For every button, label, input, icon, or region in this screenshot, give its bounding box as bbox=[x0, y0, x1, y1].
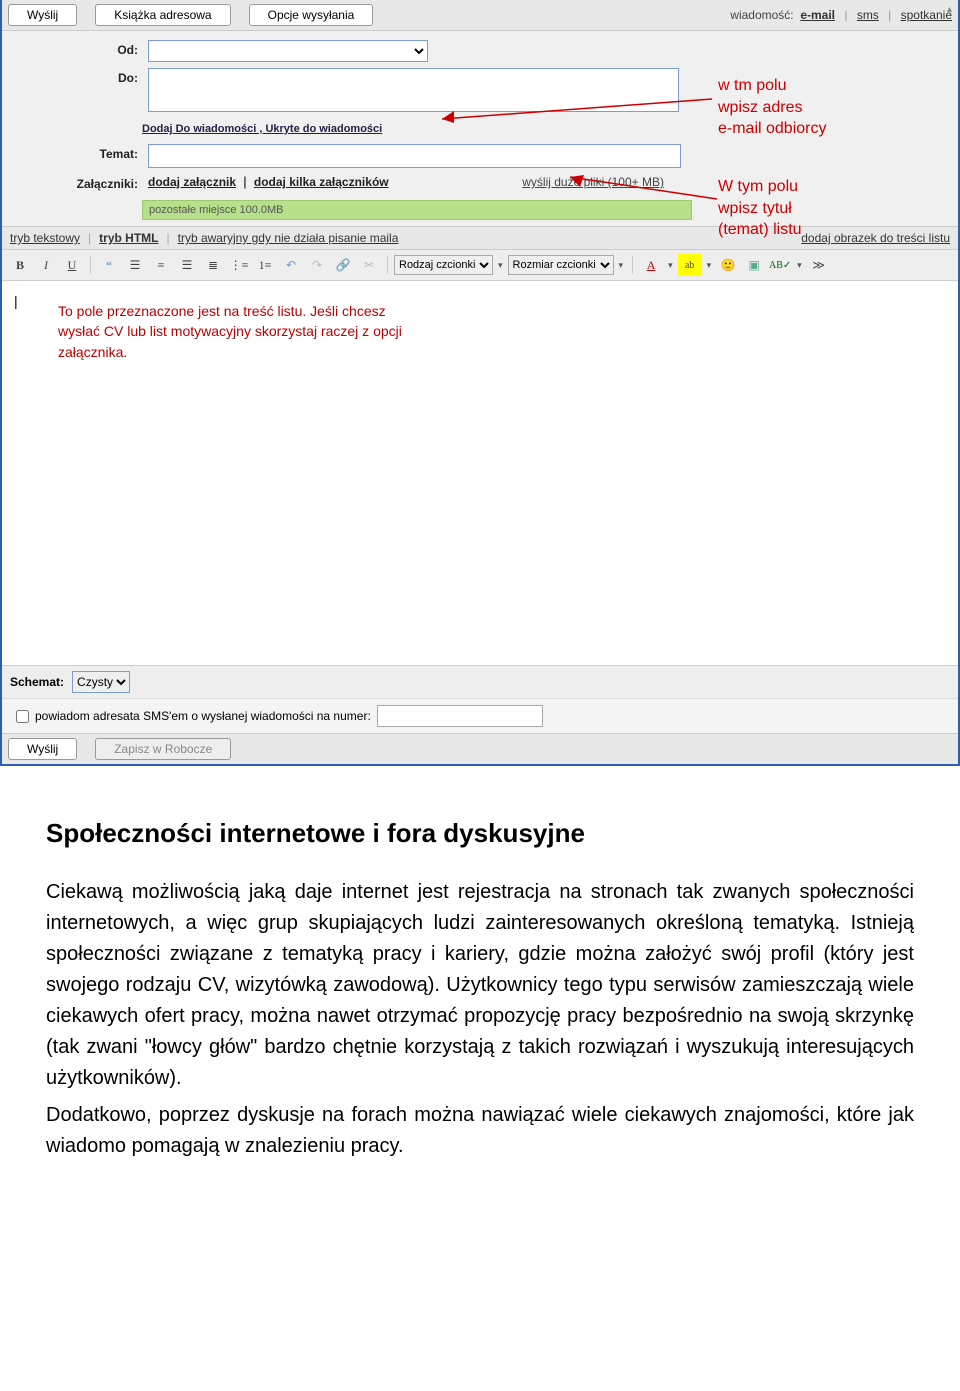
align-right-button[interactable]: ☰ bbox=[175, 254, 199, 276]
article-paragraph-1: Ciekawą możliwością jaką daje internet j… bbox=[46, 877, 914, 1094]
attachments-label: Załączniki: bbox=[8, 174, 148, 191]
from-label: Od: bbox=[8, 40, 148, 57]
sms-notify-label: powiadom adresata SMS'em o wysłanej wiad… bbox=[35, 709, 371, 723]
attachment-links: dodaj załącznik | dodaj kilka załącznikó… bbox=[148, 174, 952, 189]
chevron-down-icon[interactable]: ▾ bbox=[665, 260, 676, 271]
to-label: Do: bbox=[8, 68, 148, 85]
send-big-files-link[interactable]: wyślij duże pliki (100+ MB) bbox=[522, 175, 664, 189]
form-area: Od: Do: Dodaj Do wiadomości , Ukryte do … bbox=[2, 31, 958, 226]
chevron-down-icon[interactable]: ▾ bbox=[495, 260, 506, 271]
align-justify-button[interactable]: ≣ bbox=[201, 254, 225, 276]
schemat-label: Schemat: bbox=[10, 675, 64, 689]
schemat-select[interactable]: Czysty bbox=[72, 671, 130, 693]
sms-number-field[interactable] bbox=[377, 705, 543, 727]
storage-bar: pozostałe miejsce 100.0MB bbox=[142, 200, 692, 220]
scroll-up-icon[interactable]: ▴ bbox=[947, 4, 952, 15]
type-email[interactable]: e-mail bbox=[800, 8, 835, 22]
from-select[interactable] bbox=[148, 40, 428, 62]
chevron-down-icon[interactable]: ▾ bbox=[704, 260, 715, 271]
link-button[interactable]: 🔗 bbox=[331, 254, 355, 276]
highlight-button[interactable]: ab bbox=[678, 254, 702, 276]
email-compose-app: Wyślij Książka adresowa Opcje wysyłania … bbox=[0, 0, 960, 766]
type-meeting[interactable]: spotkanie bbox=[901, 8, 952, 22]
sms-notify-checkbox[interactable] bbox=[16, 710, 29, 723]
message-label: wiadomość: bbox=[730, 8, 793, 22]
send-button[interactable]: Wyślij bbox=[8, 4, 77, 26]
add-image-to-body-link[interactable]: dodaj obrazek do treści listu bbox=[801, 231, 950, 245]
font-size-select[interactable]: Rozmiar czcionki bbox=[508, 255, 614, 275]
number-list-button[interactable]: 1≡ bbox=[253, 254, 277, 276]
subject-field[interactable] bbox=[148, 144, 681, 168]
italic-button[interactable]: I bbox=[34, 254, 58, 276]
add-cc-bcc-link[interactable]: Dodaj Do wiadomości , Ukryte do wiadomoś… bbox=[142, 123, 382, 135]
message-type-switch: wiadomość: e-mail | sms | spotkanie bbox=[730, 8, 952, 22]
annotation-to-field: w tm polu wpisz adres e-mail odbiorcy bbox=[718, 75, 826, 140]
align-center-button[interactable]: ≡ bbox=[149, 254, 173, 276]
to-field[interactable] bbox=[148, 68, 679, 112]
save-draft-button[interactable]: Zapisz w Robocze bbox=[95, 738, 231, 760]
undo-button[interactable]: ↶ bbox=[279, 254, 303, 276]
editor-body[interactable]: | To pole przeznaczone jest na treść lis… bbox=[2, 281, 958, 665]
addressbook-button[interactable]: Książka adresowa bbox=[95, 4, 230, 26]
emoji-button[interactable]: 🙂 bbox=[716, 254, 740, 276]
article-heading: Społeczności internetowe i fora dyskusyj… bbox=[46, 818, 914, 849]
send-button-bottom[interactable]: Wyślij bbox=[8, 738, 77, 760]
mode-text-link[interactable]: tryb tekstowy bbox=[10, 231, 80, 245]
schemat-row: Schemat: Czysty bbox=[2, 665, 958, 698]
mode-html-link[interactable]: tryb HTML bbox=[99, 231, 158, 245]
mode-bar: tryb tekstowy | tryb HTML | tryb awaryjn… bbox=[2, 226, 958, 250]
add-many-attachments-link[interactable]: dodaj kilka załączników bbox=[254, 175, 389, 189]
more-button[interactable]: ≫ bbox=[807, 254, 831, 276]
subject-label: Temat: bbox=[8, 144, 148, 161]
type-sms[interactable]: sms bbox=[857, 8, 879, 22]
bold-button[interactable]: B bbox=[8, 254, 32, 276]
align-left-button[interactable]: ☰ bbox=[123, 254, 147, 276]
image-button[interactable]: ▣ bbox=[742, 254, 766, 276]
redo-button[interactable]: ↷ bbox=[305, 254, 329, 276]
article: Społeczności internetowe i fora dyskusyj… bbox=[0, 766, 960, 1210]
underline-button[interactable]: U bbox=[60, 254, 84, 276]
bottom-toolbar: Wyślij Zapisz w Robocze bbox=[2, 733, 958, 764]
unlink-button[interactable]: ✂ bbox=[357, 254, 381, 276]
mode-emergency-link[interactable]: tryb awaryjny gdy nie działa pisanie mai… bbox=[178, 231, 399, 245]
spellcheck-button[interactable]: AB✓ bbox=[768, 254, 792, 276]
editor-hint-annotation: To pole przeznaczone jest na treść listu… bbox=[58, 301, 428, 362]
top-toolbar: Wyślij Książka adresowa Opcje wysyłania … bbox=[2, 0, 958, 31]
bullet-list-button[interactable]: ⋮≡ bbox=[227, 254, 251, 276]
chevron-down-icon[interactable]: ▾ bbox=[616, 260, 627, 271]
sms-row: powiadom adresata SMS'em o wysłanej wiad… bbox=[2, 698, 958, 733]
font-family-select[interactable]: Rodzaj czcionki bbox=[394, 255, 493, 275]
annotation-subject-field: W tym polu wpisz tytuł (temat) listu bbox=[718, 176, 802, 241]
text-color-button[interactable]: A bbox=[639, 254, 663, 276]
article-paragraph-2: Dodatkowo, poprzez dyskusje na forach mo… bbox=[46, 1100, 914, 1162]
quote-button[interactable]: “ bbox=[97, 254, 121, 276]
chevron-down-icon[interactable]: ▾ bbox=[794, 260, 805, 271]
send-options-button[interactable]: Opcje wysyłania bbox=[249, 4, 374, 26]
editor-toolbar: B I U “ ☰ ≡ ☰ ≣ ⋮≡ 1≡ ↶ ↷ 🔗 ✂ Rodzaj czc… bbox=[2, 250, 958, 281]
add-attachment-link[interactable]: dodaj załącznik bbox=[148, 175, 236, 189]
text-cursor-icon: | bbox=[14, 293, 18, 309]
